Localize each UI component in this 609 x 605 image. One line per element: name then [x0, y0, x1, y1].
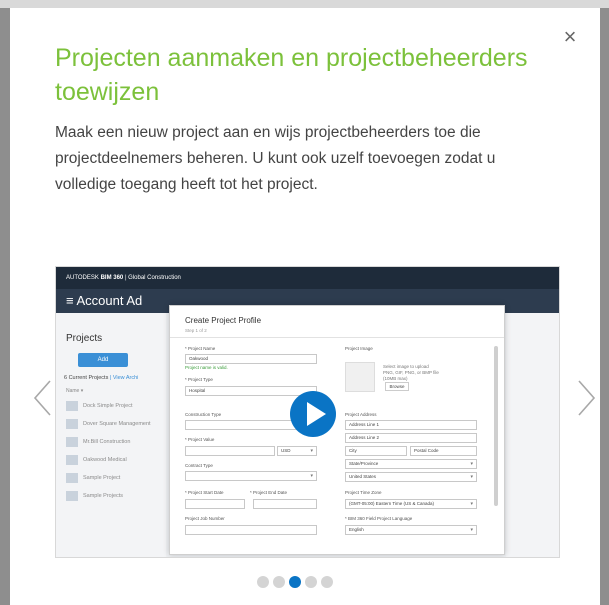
- timezone-value: (GMT-05:00) Eastern Time (US & Canada): [349, 501, 435, 506]
- project-name-field: Oakwood: [185, 354, 317, 364]
- state-select: State/Province ▾: [345, 459, 477, 469]
- chevron-left-icon: [33, 380, 51, 416]
- name-column-header: Name ▾: [66, 388, 84, 394]
- chevron-right-icon: [578, 380, 596, 416]
- product-name: BIM 360: [100, 275, 124, 281]
- project-name: Mr.Bill Construction: [83, 439, 131, 445]
- end-date-field: [253, 499, 317, 509]
- image-hint: Select image to upload PNG, GIF, PNG, or…: [383, 364, 453, 382]
- onboarding-modal: × Projecten aanmaken en projectbeheerder…: [10, 8, 600, 605]
- end-date-label: * Project End Date: [250, 490, 288, 495]
- project-name: Sample Projects: [83, 493, 124, 499]
- project-count: 6 Current Projects | View Archi: [64, 375, 138, 381]
- project-address-label: Project Address: [345, 412, 377, 417]
- modal-description: Maak een nieuw project aan en wijs proje…: [55, 124, 496, 193]
- project-row: Dover Square Management: [66, 417, 151, 431]
- project-count-text: 6 Current Projects: [64, 375, 109, 381]
- projects-panel: Projects Add 6 Current Projects | View A…: [56, 313, 166, 557]
- state-value: State/Province: [349, 461, 379, 466]
- project-name: Dover Square Management: [83, 421, 151, 427]
- account-admin-title: Account Ad: [76, 293, 143, 308]
- currency-select: USD ▾: [277, 446, 317, 456]
- right-panel: [506, 313, 559, 557]
- country-select: United States ▾: [345, 472, 477, 482]
- postal-code-field: Postal Code: [410, 446, 477, 456]
- dialog-divider: [170, 337, 504, 338]
- timezone-label: Project Time Zone: [345, 490, 382, 495]
- project-thumbnail: [66, 400, 78, 411]
- project-thumbnail: [66, 454, 78, 465]
- slide-dot-3-active[interactable]: [289, 576, 301, 588]
- slide-pagination: [257, 576, 337, 588]
- language-label: * BIM 360 Field Project Language: [345, 516, 413, 521]
- slide-dot-4[interactable]: [305, 576, 317, 588]
- caret-down-icon: ▾: [310, 448, 313, 454]
- slide-dot-5[interactable]: [321, 576, 333, 588]
- slide-dot-2[interactable]: [273, 576, 285, 588]
- contract-type-label: Contract Type: [185, 463, 213, 468]
- project-row: Sample Projects: [66, 489, 123, 503]
- start-date-label: * Project Start Date: [185, 490, 224, 495]
- project-value-label: * Project Value: [185, 437, 215, 442]
- project-row: Sample Project: [66, 471, 120, 485]
- project-name: Sample Project: [83, 475, 121, 481]
- city-field: City: [345, 446, 407, 456]
- project-row: Oakwood Medical: [66, 453, 127, 467]
- next-slide-button[interactable]: [573, 378, 599, 418]
- play-video-button[interactable]: [290, 391, 336, 437]
- caret-down-icon: ▾: [470, 461, 473, 467]
- caret-down-icon: ▾: [470, 474, 473, 480]
- org-name: Global Construction: [128, 275, 181, 281]
- modal-title: Projecten aanmaken en projectbeheerders …: [55, 44, 528, 106]
- job-number-field: [185, 525, 317, 535]
- project-thumbnail: [66, 436, 78, 447]
- country-value: United States: [349, 474, 377, 479]
- start-date-field: [185, 499, 245, 509]
- dialog-step: Step 1 of 2: [185, 328, 207, 333]
- previous-slide-button[interactable]: [30, 378, 56, 418]
- slide-dot-1[interactable]: [257, 576, 269, 588]
- image-placeholder: [345, 362, 375, 392]
- timezone-select: (GMT-05:00) Eastern Time (US & Canada) ▾: [345, 499, 477, 509]
- caret-down-icon: ▾: [470, 501, 473, 507]
- project-thumbnail: [66, 472, 78, 483]
- language-value: English: [349, 527, 364, 532]
- header-separator: |: [124, 275, 127, 281]
- app-header: AUTODESK BIM 360 | Global Construction: [56, 267, 559, 289]
- browse-button: Browse: [385, 382, 409, 391]
- address-line1-field: Address Line 1: [345, 420, 477, 430]
- projects-title: Projects: [66, 333, 103, 344]
- project-name: Dock Simple Project: [83, 403, 133, 409]
- slide-screenshot: AUTODESK BIM 360 | Global Construction ≡…: [55, 266, 560, 558]
- autodesk-logo: AUTODESK: [66, 275, 99, 281]
- add-project-button: Add: [78, 353, 128, 367]
- caret-down-icon: ▾: [470, 527, 473, 533]
- view-archived-link: | View Archi: [109, 375, 139, 381]
- project-image-label: Project Image: [345, 346, 373, 351]
- project-thumbnail: [66, 490, 78, 501]
- dialog-scrollbar: [494, 346, 498, 506]
- dialog-title: Create Project Profile: [185, 316, 262, 325]
- close-icon: ×: [563, 24, 577, 49]
- caret-down-icon: ▾: [310, 473, 313, 479]
- create-project-dialog: Create Project Profile Step 1 of 2 * Pro…: [169, 305, 505, 555]
- contract-type-select: ▾: [185, 471, 317, 481]
- menu-icon: ≡: [66, 293, 77, 308]
- job-number-label: Project Job Number: [185, 516, 225, 521]
- address-line2-field: Address Line 2: [345, 433, 477, 443]
- page-backdrop: [0, 0, 609, 8]
- construction-type-label: Construction Type: [185, 412, 222, 417]
- language-select: English ▾: [345, 525, 477, 535]
- project-name-label: * Project Name: [185, 346, 216, 351]
- project-thumbnail: [66, 418, 78, 429]
- play-icon: [307, 402, 326, 426]
- project-type-label: * Project Type: [185, 377, 213, 382]
- project-value-field: [185, 446, 275, 456]
- project-name-hint: Project name is valid.: [185, 365, 228, 370]
- project-name: Oakwood Medical: [83, 457, 127, 463]
- currency-value: USD: [281, 448, 291, 453]
- project-row: Mr.Bill Construction: [66, 435, 130, 449]
- project-row: Dock Simple Project: [66, 399, 133, 413]
